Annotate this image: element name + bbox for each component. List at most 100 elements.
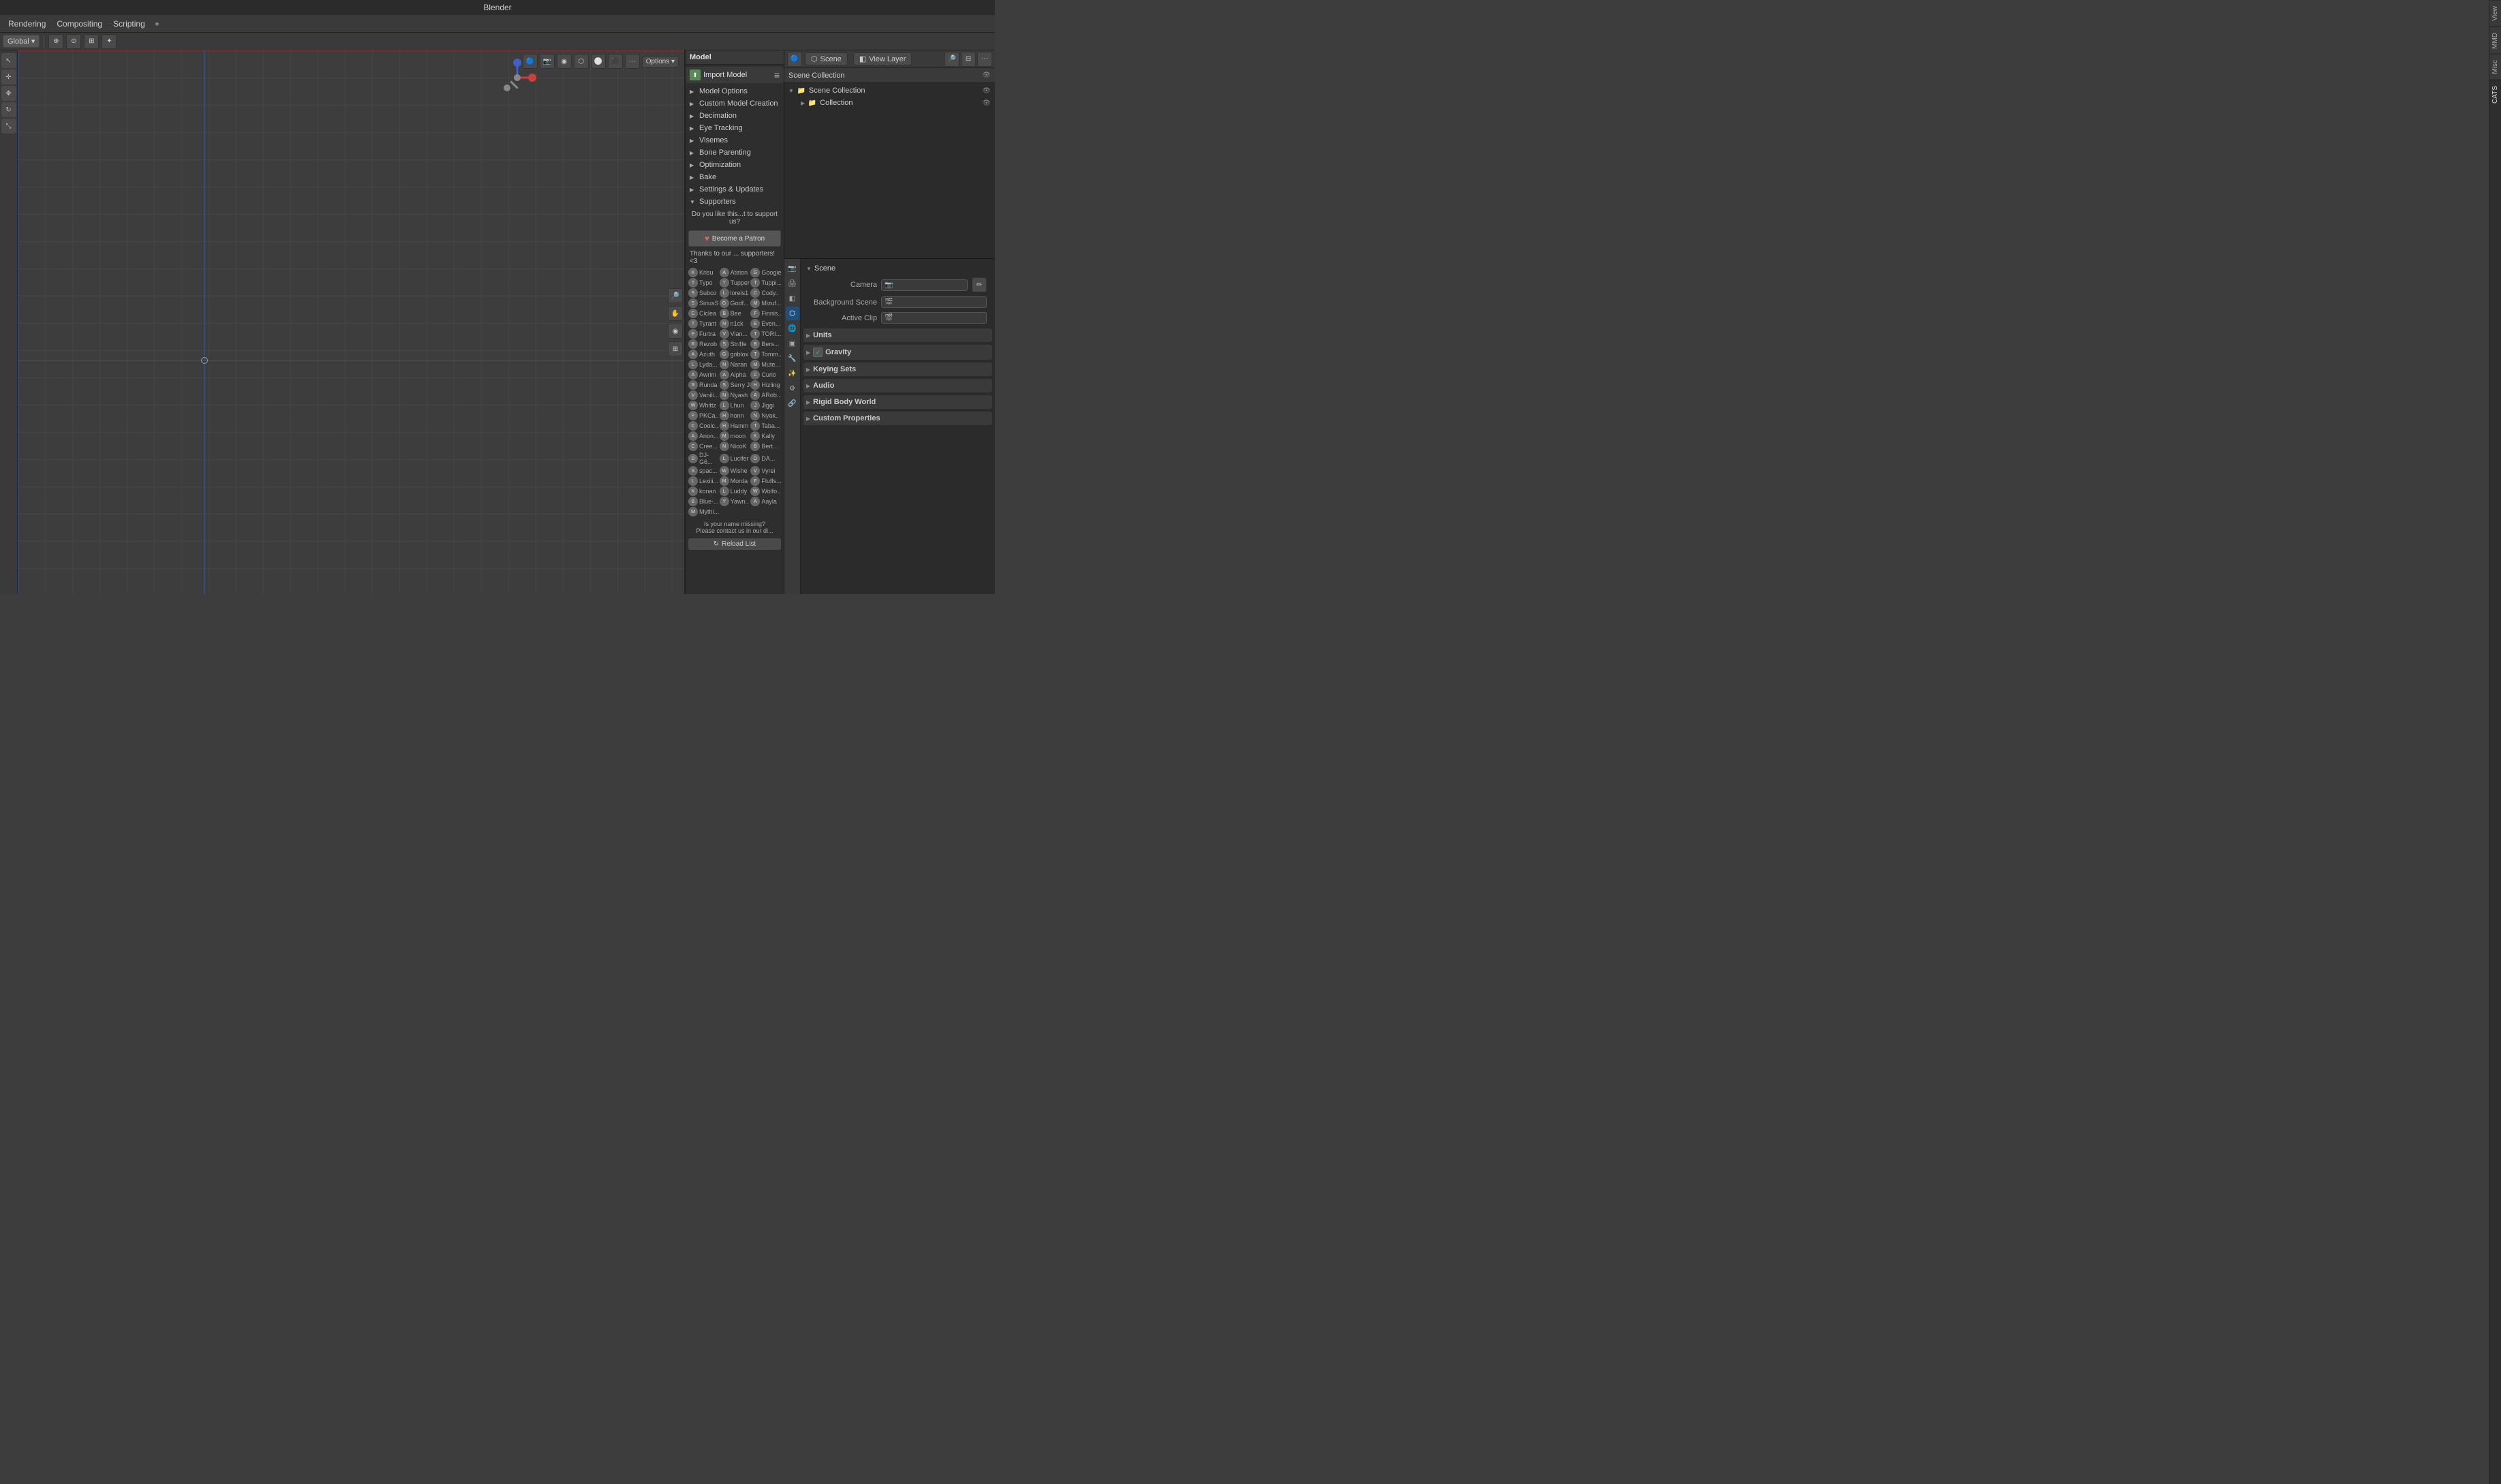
gravity-checkbox[interactable]: ✓ (813, 347, 823, 357)
become-patron-button[interactable]: ♥ Become a Patron (688, 230, 781, 247)
prop-value-active-clip[interactable]: 🎬 (881, 312, 987, 324)
view-layer-dropdown[interactable]: ◧ View Layer (853, 52, 912, 65)
avatar-tyrant: T (688, 319, 698, 328)
search-button[interactable]: 🔎 (945, 52, 960, 67)
import-model-row[interactable]: ⬆ Import Model ≡ (686, 67, 784, 83)
filter-button[interactable]: ⊟ (961, 52, 976, 67)
viewport-camera-icon[interactable]: 📷 (540, 54, 555, 69)
section-optimization[interactable]: ▶ Optimization (686, 159, 784, 171)
scene-dropdown[interactable]: ⬡ Scene (805, 52, 848, 65)
section-visemes[interactable]: ▶ Visemes (686, 134, 784, 146)
prop-value-camera[interactable]: 📷 (881, 279, 968, 291)
avatar-cody: C (750, 288, 760, 298)
section-arrow-settings: ▶ (690, 187, 696, 193)
avatar-wishe: W (720, 466, 729, 476)
supporter-lorels1: L lorels1 (720, 288, 750, 298)
camera-edit-button[interactable]: ✏ (972, 277, 987, 292)
props-icon-modifiers[interactable]: 🔧 (786, 352, 799, 365)
import-model-label: Import Model (703, 71, 771, 79)
proportional-edit-button[interactable]: ⊙ (66, 34, 81, 49)
avatar-nyash: N (720, 390, 729, 400)
units-section-header[interactable]: ▶ Units (803, 328, 992, 342)
patron-heart-icon: ♥ (705, 234, 709, 243)
gravity-section-header[interactable]: ▶ ✓ Gravity (803, 345, 992, 360)
props-icon-scene[interactable]: ⬡ (786, 307, 799, 320)
side-tool-1[interactable]: 🔎 (668, 288, 683, 303)
menu-item-compositing[interactable]: Compositing (51, 18, 108, 30)
section-custom-model-creation[interactable]: ▶ Custom Model Creation (686, 97, 784, 110)
tool-rotate[interactable]: ↻ (1, 102, 16, 117)
scene-name: Scene (820, 55, 842, 63)
keying-sets-section-header[interactable]: ▶ Keying Sets (803, 362, 992, 376)
avatar-hamm: H (720, 421, 729, 431)
gizmo-orb[interactable] (497, 57, 538, 98)
avatar-mizuf: M (750, 298, 760, 308)
side-tool-3[interactable]: ◉ (668, 324, 683, 339)
props-icon-particles[interactable]: ✨ (786, 367, 799, 380)
tool-scale[interactable]: ⤡ (1, 119, 16, 134)
global-mode-dropdown[interactable]: Global ▾ (3, 35, 40, 48)
keying-sets-expand-arrow: ▶ (806, 367, 810, 373)
viewport-rendered-icon[interactable]: ⬛ (608, 54, 623, 69)
menu-bar: Rendering Compositing Scripting + (0, 15, 995, 33)
avatar-typo: T (688, 278, 698, 288)
reload-list-button[interactable]: ↻ Reload List (688, 538, 781, 550)
transform-button[interactable]: ⊞ (84, 34, 99, 49)
gravity-expand-arrow: ▶ (806, 350, 810, 356)
add-workspace-button[interactable]: + (151, 18, 164, 30)
prop-row-background-scene: Background Scene 🎬 (803, 294, 992, 310)
viewport-xray-icon[interactable]: ⬡ (574, 54, 589, 69)
section-eye-tracking[interactable]: ▶ Eye Tracking (686, 122, 784, 134)
props-icon-constraints[interactable]: 🔗 (786, 397, 799, 410)
props-icon-render[interactable]: 📷 (786, 262, 799, 275)
import-menu-dots[interactable]: ≡ (774, 69, 780, 80)
supporter-finnis: F Finnis... (750, 309, 781, 318)
section-model-options[interactable]: ▶ Model Options (686, 85, 784, 97)
menu-item-rendering[interactable]: Rendering (3, 18, 51, 30)
prop-value-background-scene[interactable]: 🎬 (881, 296, 987, 308)
options-label: Options ▾ (646, 58, 675, 65)
tool-select[interactable]: ↖ (1, 53, 16, 68)
audio-section-header[interactable]: ▶ Audio (803, 379, 992, 392)
collection-icon-2: 📁 (808, 98, 817, 108)
props-icon-world[interactable]: 🌐 (786, 322, 799, 335)
side-tool-2[interactable]: ✋ (668, 306, 683, 321)
scene-expand-arrow[interactable]: ▼ (806, 266, 812, 272)
props-icon-view-layer[interactable]: ◧ (786, 292, 799, 305)
menu-item-scripting[interactable]: Scripting (108, 18, 151, 30)
side-tool-4[interactable]: ⊞ (668, 341, 683, 356)
section-bone-parenting[interactable]: ▶ Bone Parenting (686, 146, 784, 159)
viewport[interactable]: 🔵 📷 ◉ ⬡ ⚪ ⬛ ⋯ Options ▾ (18, 50, 684, 594)
section-supporters[interactable]: ▼ Supporters (686, 196, 784, 208)
scene-icon: ⬡ (811, 55, 818, 63)
options-dropdown[interactable]: Options ▾ (642, 56, 679, 67)
snap-button[interactable]: ⊕ (48, 34, 63, 49)
custom-properties-section-header[interactable]: ▶ Custom Properties (803, 412, 992, 425)
supporter-mute: M Mute... (750, 360, 781, 369)
section-decimation[interactable]: ▶ Decimation (686, 110, 784, 122)
viewport-material-icon[interactable]: ⚪ (591, 54, 606, 69)
section-bake[interactable]: ▶ Bake (686, 171, 784, 183)
supporter-krisu: K Krisu (688, 268, 719, 277)
props-icon-physics[interactable]: ⚙ (786, 382, 799, 395)
eye-icon-collection[interactable]: 👁 (982, 99, 991, 107)
scene-selector-icon[interactable]: 🔵 (787, 52, 802, 67)
avatar-kally: K (750, 431, 760, 441)
supporter-wishe: W Wishe (720, 466, 750, 476)
eye-icon-scene-collection[interactable]: 👁 (982, 87, 991, 95)
props-icon-output[interactable]: 🖨 (786, 277, 799, 290)
supporter-furtra: F Furtra (688, 329, 719, 339)
props-icon-object[interactable]: ▣ (786, 337, 799, 350)
rigid-body-world-section-header[interactable]: ▶ Rigid Body World (803, 395, 992, 409)
extra-button[interactable]: ✦ (102, 34, 117, 49)
tool-cursor[interactable]: ✛ (1, 69, 16, 84)
viewport-overlay-icon[interactable]: ◉ (557, 54, 572, 69)
tree-item-scene-collection[interactable]: ▼ 📁 Scene Collection 👁 (784, 84, 995, 97)
tree-item-collection[interactable]: ▶ 📁 Collection 👁 (784, 97, 995, 109)
custom-props-section-label: Custom Properties (813, 414, 880, 422)
more-options-button[interactable]: ⋯ (977, 52, 992, 67)
section-settings-updates[interactable]: ▶ Settings & Updates (686, 183, 784, 196)
viewport-dots-icon[interactable]: ⋯ (625, 54, 640, 69)
supporter-spac: S spac... (688, 466, 719, 476)
tool-move[interactable]: ✥ (1, 86, 16, 101)
